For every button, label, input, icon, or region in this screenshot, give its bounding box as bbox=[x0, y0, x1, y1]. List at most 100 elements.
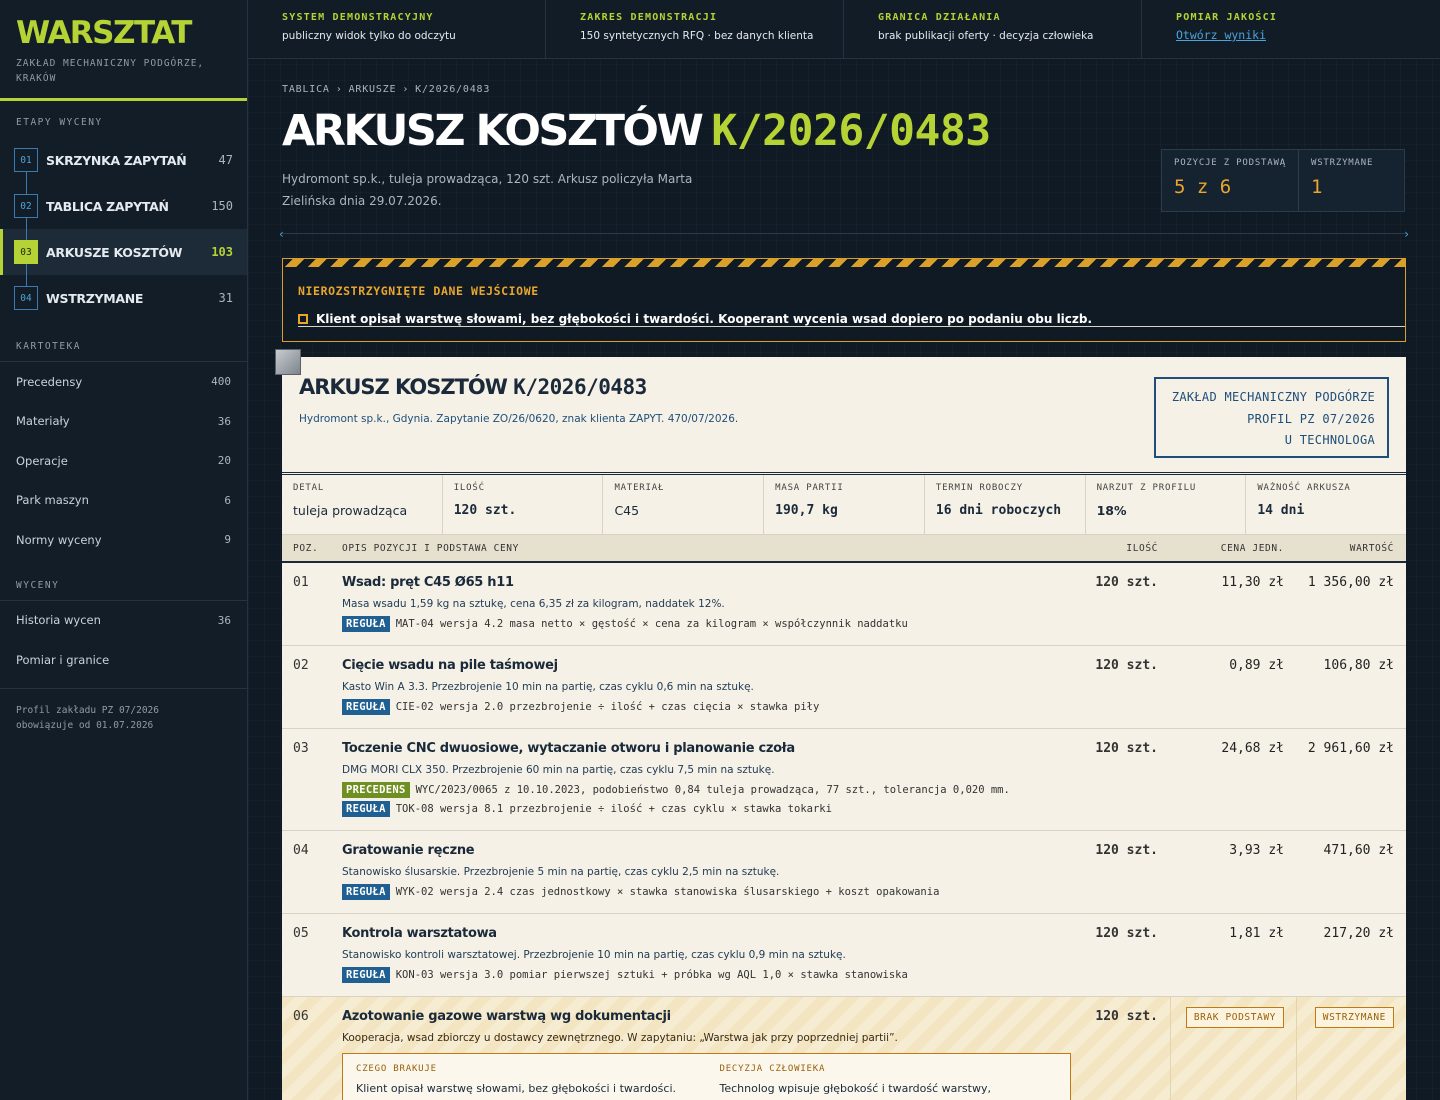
sheet-title-number: K/2026/0483 bbox=[513, 375, 647, 399]
sidebar: WARSZTAT ZAKŁAD MECHANICZNY PODGÓRZE, KR… bbox=[0, 0, 248, 1100]
sidebar-item-historia-wycen[interactable]: Historia wycen 36 bbox=[0, 601, 247, 641]
stage-label: TABLICA ZAPYTAŃ bbox=[46, 198, 169, 214]
stat-on-hold: WSTRZYMANE 1 bbox=[1299, 150, 1385, 211]
row-desc: Kontrola warsztatowa Stanowisko kontroli… bbox=[342, 914, 1075, 996]
info-key: TERMIN ROBOCZY bbox=[935, 483, 1023, 493]
chevron-left-icon[interactable]: ‹ bbox=[279, 227, 284, 241]
sheet-info-strip: DETAL tuleja prowadząca ILOŚĆ 120 szt. MAT… bbox=[282, 475, 1406, 535]
info-material: MATERIAŁ C45 bbox=[603, 475, 765, 534]
row-name: Toczenie CNC dwuosiowe, wytaczanie otwor… bbox=[342, 741, 795, 756]
sidebar-item-label: Park maszyn bbox=[16, 493, 89, 508]
table-row-on-hold[interactable]: 06 Azotowanie gazowe warstwą wg dokument… bbox=[282, 997, 1406, 1100]
unresolved-inputs-alert: NIEROZSTRZYGNIĘTE DANE WEJŚCIOWE Klient … bbox=[282, 258, 1406, 342]
open-results-link[interactable]: Otwórz wyniki bbox=[1176, 28, 1266, 42]
row-qty: 120 szt. bbox=[1095, 1009, 1158, 1024]
brand-logo[interactable]: WARSZTAT bbox=[16, 14, 231, 52]
sidebar-item-label: Pomiar i granice bbox=[16, 652, 110, 667]
breadcrumb-tablica[interactable]: TABLICA bbox=[282, 84, 330, 95]
table-row[interactable]: 03 Toczenie CNC dwuosiowe, wytaczanie ot… bbox=[282, 729, 1406, 831]
rule-tag: REGUŁA bbox=[342, 967, 390, 983]
topbar-quality: POMIAR JAKOŚCI Otwórz wyniki bbox=[1142, 0, 1440, 58]
sidebar-item-park-maszyn[interactable]: Park maszyn 6 bbox=[0, 481, 247, 521]
rule-tag: REGUŁA bbox=[342, 699, 390, 715]
col-qty: ILOŚĆ bbox=[1126, 542, 1158, 554]
row-value: 471,60 zł bbox=[1323, 843, 1394, 858]
checkbox-icon[interactable] bbox=[298, 314, 308, 324]
stage-tablica-zapytan[interactable]: 02 TABLICA ZAPYTAŃ 150 bbox=[0, 183, 247, 229]
sheet-title-label: ARKUSZ KOSZTÓW bbox=[299, 375, 508, 399]
info-key: MATERIAŁ bbox=[614, 483, 665, 493]
topbar-value: Otwórz wyniki bbox=[1176, 28, 1440, 42]
topbar-title: POMIAR JAKOŚCI bbox=[1176, 12, 1278, 23]
stage-count: 103 bbox=[211, 245, 233, 259]
sidebar-item-label: Operacje bbox=[16, 453, 68, 468]
stages-heading: ETAPY WYCENY bbox=[16, 117, 103, 128]
info-value: C45 bbox=[614, 503, 640, 518]
sheet-title: ARKUSZ KOSZTÓW K/2026/0483 bbox=[299, 375, 647, 399]
breadcrumb: TABLICA › ARKUSZE › K/2026/0483 bbox=[282, 84, 490, 95]
table-row[interactable]: 04 Gratowanie ręczne Stanowisko ślusarsk… bbox=[282, 831, 1406, 914]
page-title: ARKUSZ KOSZTÓW K/2026/0483 bbox=[282, 106, 991, 156]
table-row[interactable]: 02 Cięcie wsadu na pile taśmowej Kasto W… bbox=[282, 646, 1406, 729]
paper-clip-icon bbox=[275, 349, 301, 375]
row-value: 1 356,00 zł bbox=[1307, 575, 1394, 590]
info-key: MASA PARTII bbox=[775, 483, 844, 493]
page-subtitle: Hydromont sp.k., tuleja prowadząca, 120 … bbox=[282, 172, 693, 208]
table-row[interactable]: 01 Wsad: pręt C45 Ø65 h11 Masa wsadu 1,5… bbox=[282, 563, 1406, 646]
brand: WARSZTAT ZAKŁAD MECHANICZNY PODGÓRZE, KR… bbox=[0, 0, 247, 101]
page-title-number: K/2026/0483 bbox=[711, 106, 991, 156]
row-detail: Kooperacja, wsad zbiorczy u dostawcy zew… bbox=[342, 1032, 898, 1044]
info-termin: TERMIN ROBOCZY 16 dni roboczych bbox=[925, 475, 1086, 534]
info-value: 120 szt. bbox=[453, 503, 517, 518]
row-poz: 02 bbox=[293, 658, 309, 673]
stage-count: 150 bbox=[211, 199, 233, 213]
row-value: 106,80 zł bbox=[1323, 658, 1394, 673]
row-qty: 120 szt. bbox=[1095, 843, 1158, 858]
stage-skrzynka-zapytan[interactable]: 01 SKRZYNKA ZAPYTAŃ 47 bbox=[0, 137, 247, 183]
stats-panel: POZYCJE Z PODSTAWĄ 5 z 6 WSTRZYMANE 1 bbox=[1161, 149, 1405, 212]
cost-sheet: ARKUSZ KOSZTÓW K/2026/0483 Hydromont sp.… bbox=[282, 357, 1406, 1100]
missing-text: Klient opisał warstwę słowami, bez głębo… bbox=[356, 1082, 677, 1095]
sidebar-item-materialy[interactable]: Materiały 36 bbox=[0, 402, 247, 442]
rule-tag: REGUŁA bbox=[342, 884, 390, 900]
stat-label: POZYCJE Z PODSTAWĄ bbox=[1174, 158, 1286, 168]
sidebar-item-count: 36 bbox=[217, 613, 231, 627]
sheet-header: ARKUSZ KOSZTÓW K/2026/0483 Hydromont sp.… bbox=[282, 357, 1406, 475]
rule-text: KON-03 wersja 3.0 pomiar pierwszej sztuk… bbox=[395, 969, 908, 981]
row-poz: 01 bbox=[293, 575, 309, 590]
row-poz: 06 bbox=[293, 1009, 309, 1024]
wyceny-heading: WYCENY bbox=[16, 579, 60, 591]
decision-title: DECYZJA CZŁOWIEKA bbox=[719, 1064, 826, 1074]
topbar-system: SYSTEM DEMONSTRACYJNY publiczny widok ty… bbox=[248, 0, 546, 58]
row-qty: 120 szt. bbox=[1095, 575, 1158, 590]
row-precedent: PRECEDENS WYC/2023/0065 z 10.10.2023, pod… bbox=[342, 782, 1075, 798]
sidebar-item-operacje[interactable]: Operacje 20 bbox=[0, 441, 247, 481]
row-poz: 05 bbox=[293, 926, 309, 941]
row-desc: Azotowanie gazowe warstwą wg dokumentacj… bbox=[342, 997, 1075, 1100]
stage-wstrzymane[interactable]: 04 WSTRZYMANE 31 bbox=[0, 275, 247, 321]
on-hold-badge: WSTRZYMANE bbox=[1314, 1007, 1394, 1028]
table-row[interactable]: 05 Kontrola warsztatowa Stanowisko kontr… bbox=[282, 914, 1406, 997]
stat-value: 1 bbox=[1311, 176, 1323, 198]
sidebar-item-label: Historia wycen bbox=[16, 613, 101, 628]
row-detail: DMG MORI CLX 350. Przezbrojenie 60 min n… bbox=[342, 764, 775, 776]
row-detail: Stanowisko kontroli warsztatowej. Przezb… bbox=[342, 949, 846, 961]
rule-text: CIE-02 wersja 2.0 przezbrojenie ÷ ilość … bbox=[395, 701, 820, 713]
row-desc: Gratowanie ręczne Stanowisko ślusarskie.… bbox=[342, 831, 1075, 913]
sidebar-item-normy-wyceny[interactable]: Normy wyceny 9 bbox=[0, 520, 247, 560]
precedent-text: WYC/2023/0065 z 10.10.2023, podobieństwo… bbox=[415, 784, 1010, 796]
topbar-boundary: GRANICA DZIAŁANIA brak publikacji oferty… bbox=[844, 0, 1142, 58]
topbar-title: ZAKRES DEMONSTRACJI bbox=[580, 12, 718, 23]
info-masa-partii: MASA PARTII 190,7 kg bbox=[764, 475, 925, 534]
sidebar-item-pomiar-i-granice[interactable]: Pomiar i granice bbox=[0, 640, 247, 680]
sidebar-item-count: 9 bbox=[224, 533, 231, 547]
chevron-right-icon[interactable]: › bbox=[1404, 227, 1409, 241]
sidebar-item-precedensy[interactable]: Precedensy 400 bbox=[0, 362, 247, 402]
profile-footer-line: Profil zakładu PZ 07/2026 bbox=[16, 704, 159, 716]
stage-arkusze-kosztow[interactable]: 03 ARKUSZE KOSZTÓW 103 bbox=[0, 229, 247, 275]
breadcrumb-arkusze[interactable]: ARKUSZE bbox=[349, 84, 397, 95]
row-rule: REGUŁA MAT-04 wersja 4.2 masa netto × gęs… bbox=[342, 616, 1075, 632]
info-detal: DETAL tuleja prowadząca bbox=[282, 475, 443, 534]
workshop-stamp: ZAKŁAD MECHANICZNY PODGÓRZE PROFIL PZ 07… bbox=[1154, 377, 1389, 458]
info-narzut: NARZUT Z PROFILU 18% bbox=[1086, 475, 1247, 534]
